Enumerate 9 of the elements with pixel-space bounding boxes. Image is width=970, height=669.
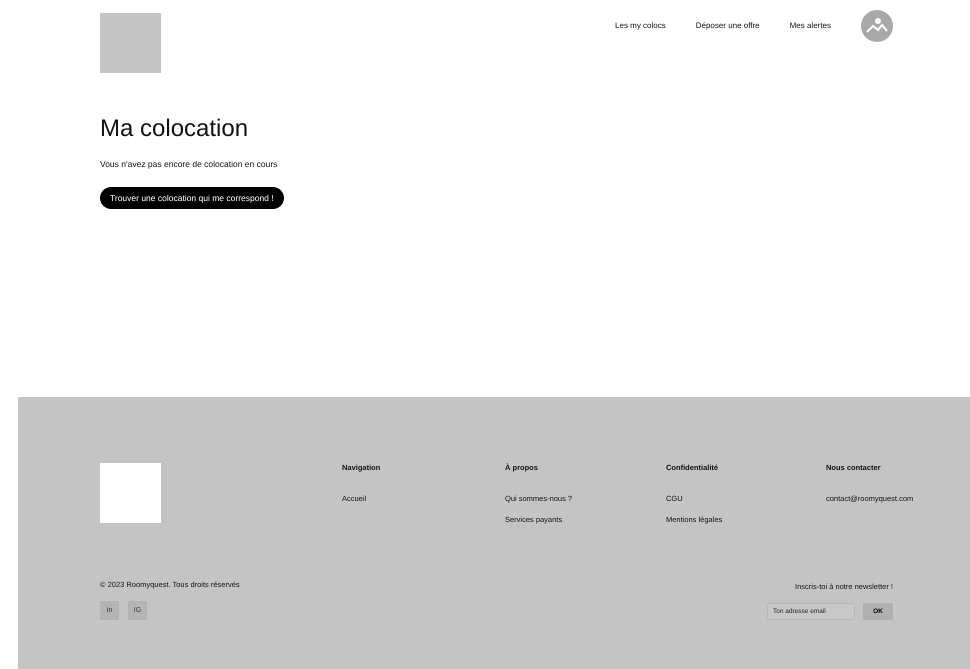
avatar-icon[interactable] (861, 10, 893, 42)
empty-message: Vous n'avez pas encore de colocation en cours (100, 159, 278, 169)
page-title: Ma colocation (100, 115, 250, 143)
find-roommate-button[interactable]: Trouver une colocation qui me correspond ! (100, 187, 284, 209)
footer-logo-placeholder[interactable] (100, 463, 161, 523)
nav-link[interactable]: Mes alertes (790, 21, 831, 30)
logo-placeholder[interactable] (100, 13, 161, 73)
nav-link[interactable]: Déposer une offre (696, 21, 760, 30)
nav-link[interactable]: Les my colocs (615, 21, 666, 30)
